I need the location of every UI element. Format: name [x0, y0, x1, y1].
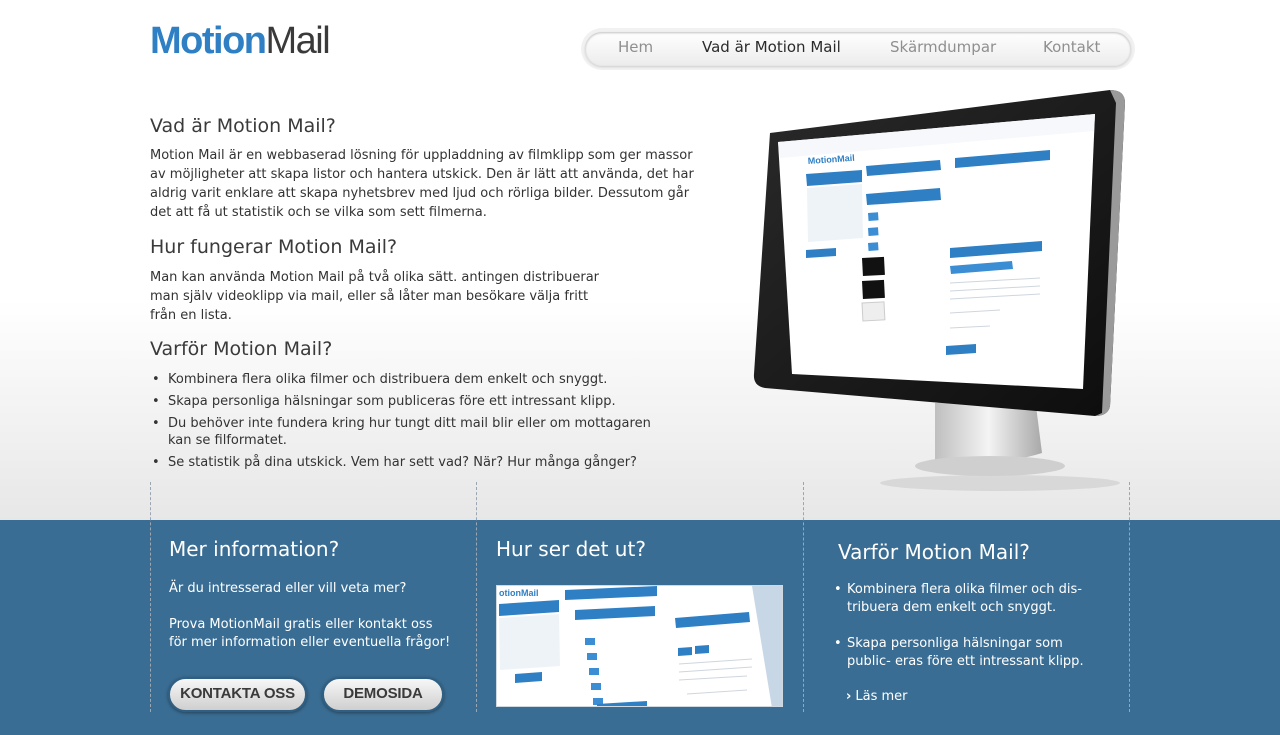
text-line: det att få ut statistik och se vilka som… [150, 205, 487, 220]
feature-list: Kombinera flera olika filmer och distrib… [152, 371, 672, 471]
monitor-icon: MotionMail [753, 90, 1125, 491]
text-line: Prova MotionMail gratis eller kontakt os… [169, 617, 433, 632]
footer-text-intresserad: Är du intresserad eller vill veta mer? [169, 581, 407, 596]
svg-text:otionMail: otionMail [499, 588, 539, 598]
column-divider [803, 482, 804, 712]
column-divider [150, 482, 151, 712]
screenshot-thumbnail-image: otionMail [497, 586, 782, 706]
read-more-label: Läs mer [855, 689, 908, 704]
list-item: Skapa personliga hälsningar som public- … [834, 635, 1104, 671]
text-line: av möjligheter att skapa listor och hant… [150, 167, 694, 182]
main-nav: Hem Vad är Motion Mail Skärmdumpar Konta… [581, 28, 1135, 70]
column-divider [1129, 482, 1130, 712]
footer-title-varfor: Varför Motion Mail? [838, 540, 1030, 564]
text-line: aldrig varit enklare att skapa nyhetsbre… [150, 186, 690, 201]
read-more-link[interactable]: › Läs mer [846, 689, 907, 704]
nav-bar: Hem Vad är Motion Mail Skärmdumpar Konta… [585, 32, 1131, 66]
section-title-vad-ar: Vad är Motion Mail? [150, 115, 336, 137]
list-item: Du behöver inte fundera kring hur tungt … [152, 415, 672, 449]
text-line: man själv videoklipp via mail, eller så … [150, 289, 589, 304]
footer-text-prova: Prova MotionMail gratis eller kontakt os… [169, 616, 450, 652]
section-text-hur-fungerar: Man kan använda Motion Mail på två olika… [150, 268, 599, 325]
logo[interactable]: MotionMail [150, 20, 331, 62]
nav-item-vad-ar-motion-mail[interactable]: Vad är Motion Mail [702, 38, 841, 56]
footer-title-mer-information: Mer information? [169, 537, 340, 561]
chevron-right-icon: › [846, 689, 852, 704]
text-line: Motion Mail är en webbaserad lösning för… [150, 148, 693, 163]
section-title-hur-fungerar: Hur fungerar Motion Mail? [150, 236, 398, 258]
section-title-varfor: Varför Motion Mail? [150, 338, 333, 360]
logo-mail: Mail [265, 20, 331, 62]
monitor-illustration: MotionMail [750, 88, 1130, 498]
list-item: Se statistik på dina utskick. Vem har se… [152, 454, 672, 471]
footer-feature-list: Kombinera flera olika filmer och dis- tr… [834, 581, 1104, 689]
nav-item-kontakt[interactable]: Kontakt [1043, 38, 1100, 56]
section-text-vad-ar: Motion Mail är en webbaserad lösning för… [150, 146, 694, 222]
list-item: Kombinera flera olika filmer och dis- tr… [834, 581, 1104, 617]
footer-title-hur-ser-det-ut: Hur ser det ut? [496, 537, 646, 561]
list-item: Kombinera flera olika filmer och distrib… [152, 371, 672, 388]
nav-item-skarmdumpar[interactable]: Skärmdumpar [890, 38, 996, 56]
text-line: från en lista. [150, 308, 232, 323]
demo-button[interactable]: DEMOSIDA [322, 677, 444, 712]
text-line: Man kan använda Motion Mail på två olika… [150, 270, 600, 285]
contact-button[interactable]: KONTAKTA OSS [168, 677, 307, 712]
logo-motion: Motion [150, 20, 267, 62]
column-divider [476, 482, 477, 712]
text-line: för mer information eller eventuella frå… [169, 635, 451, 650]
nav-item-hem[interactable]: Hem [618, 38, 653, 56]
list-item: Skapa personliga hälsningar som publicer… [152, 393, 672, 410]
screenshot-thumbnail[interactable]: otionMail [496, 585, 783, 707]
